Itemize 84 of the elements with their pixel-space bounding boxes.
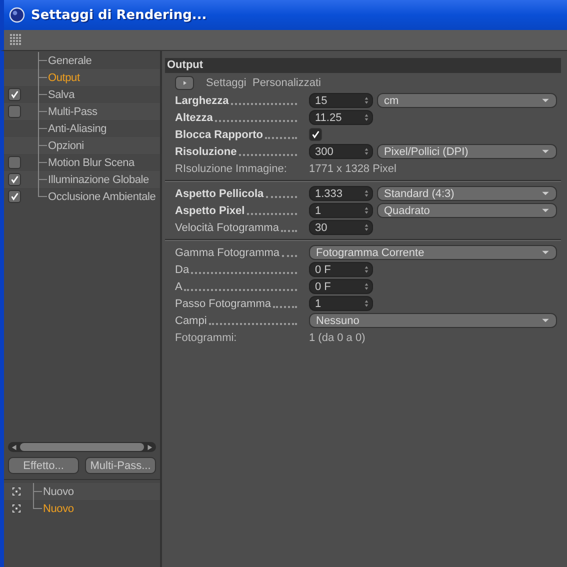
field-label: Da	[175, 264, 190, 276]
stepper-icon[interactable]	[364, 223, 369, 232]
checkbox[interactable]	[309, 128, 322, 141]
field-label: Larghezza	[175, 94, 229, 106]
horizontal-scrollbar[interactable]	[8, 442, 156, 452]
info-value: 1 (da 0 a 0)	[309, 332, 366, 344]
tree-item[interactable]: Motion Blur Scena	[48, 156, 134, 168]
target-icon[interactable]	[12, 504, 21, 513]
effect-item[interactable]: Nuovo	[43, 502, 74, 514]
field-label: Campi	[175, 314, 207, 326]
stepper-icon[interactable]	[364, 265, 369, 274]
stepper-icon[interactable]	[364, 96, 369, 105]
caret-icon	[541, 149, 550, 154]
tree-item[interactable]: Anti-Aliasing	[48, 122, 107, 134]
info-value: 1771 x 1328 Pixel	[309, 162, 396, 174]
preset-button[interactable]	[175, 76, 194, 90]
window-title: Settaggi di Rendering...	[31, 8, 207, 22]
leader-line	[266, 196, 297, 198]
stepper-icon[interactable]	[364, 282, 369, 291]
tree-item[interactable]: Opzioni	[48, 140, 84, 152]
leader-line	[238, 154, 297, 156]
checkbox[interactable]	[8, 88, 20, 101]
leader-line	[230, 102, 297, 104]
field-label: Aspetto Pixel	[175, 204, 245, 216]
caret-icon	[541, 208, 550, 213]
dropdown[interactable]: Nessuno	[309, 313, 557, 328]
add-button[interactable]: Multi-Pass...	[85, 457, 156, 474]
number-field[interactable]: 30	[309, 220, 373, 235]
checkbox[interactable]	[8, 173, 20, 186]
number-field[interactable]: 0 F	[309, 279, 373, 294]
scroll-thumb[interactable]	[20, 443, 144, 451]
leader-line	[246, 212, 297, 214]
dropdown[interactable]: Fotogramma Corrente	[309, 245, 557, 260]
tree-item[interactable]: Generale	[48, 54, 92, 66]
stepper-icon[interactable]	[364, 113, 369, 122]
target-icon[interactable]	[12, 487, 21, 496]
field-label: Altezza	[175, 112, 213, 124]
field-label: Risoluzione	[175, 146, 237, 158]
caret-icon	[541, 250, 550, 255]
grip-icon[interactable]	[10, 34, 22, 46]
caret-icon	[541, 98, 550, 103]
number-field[interactable]: 11.25	[309, 110, 373, 125]
preset-label: Settaggi Personalizzati	[206, 76, 321, 88]
dropdown[interactable]: Pixel/Pollici (DPI)	[377, 144, 557, 159]
caret-icon	[541, 191, 550, 196]
checkbox[interactable]	[8, 105, 20, 118]
leader-line	[282, 254, 297, 256]
leader-line	[265, 136, 297, 138]
caret-icon	[541, 318, 550, 323]
stepper-icon[interactable]	[364, 147, 369, 156]
number-field[interactable]: 1	[309, 296, 373, 311]
number-field[interactable]: 0 F	[309, 262, 373, 277]
number-field[interactable]: 1.333	[309, 186, 373, 201]
number-field[interactable]: 15	[309, 93, 373, 108]
dropdown[interactable]: Standard (4:3)	[377, 186, 557, 201]
field-label: Passo Fotogramma	[175, 298, 271, 310]
field-label: Blocca Rapporto	[175, 128, 264, 140]
field-label: Velocità Fotogramma	[175, 222, 279, 234]
play-icon	[182, 80, 188, 86]
number-field[interactable]: 300	[309, 144, 373, 159]
sphere-icon	[9, 7, 25, 23]
tree-item[interactable]: Occlusione Ambientale	[48, 190, 156, 202]
checkbox[interactable]	[8, 190, 20, 203]
number-field[interactable]: 1	[309, 203, 373, 218]
leader-line	[280, 230, 297, 232]
field-label: Fotogrammi:	[175, 332, 237, 344]
leader-line	[272, 306, 297, 308]
left-arrow-icon[interactable]	[11, 444, 18, 450]
right-arrow-icon[interactable]	[146, 444, 153, 450]
dropdown[interactable]: cm	[377, 93, 557, 108]
field-label: A	[175, 280, 182, 292]
field-label: RIsoluzione Immagine:	[175, 162, 287, 174]
stepper-icon[interactable]	[364, 189, 369, 198]
stepper-icon[interactable]	[364, 206, 369, 215]
field-label: Aspetto Pellicola	[175, 188, 264, 200]
effect-item[interactable]: Nuovo	[43, 486, 74, 498]
tree-item[interactable]: Salva	[48, 88, 75, 100]
field-label: Gamma Fotogramma	[175, 246, 280, 258]
add-button[interactable]: Effetto...	[8, 457, 79, 474]
stepper-icon[interactable]	[364, 299, 369, 308]
dropdown[interactable]: Quadrato	[377, 203, 557, 218]
section-header: Output	[165, 58, 561, 73]
tree-item[interactable]: Output	[48, 72, 80, 84]
checkbox[interactable]	[8, 156, 20, 169]
